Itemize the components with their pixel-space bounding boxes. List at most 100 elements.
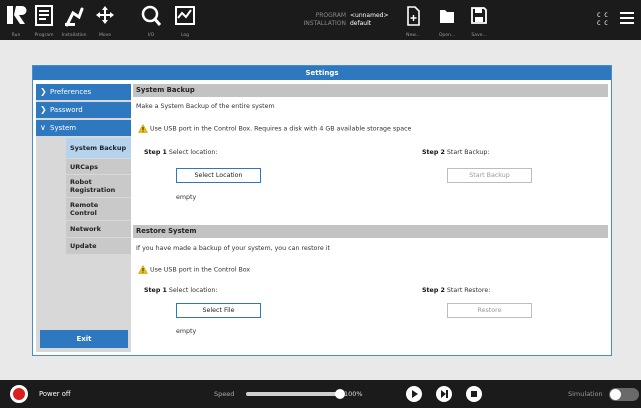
sidebar-item-label: Remote Control — [70, 201, 99, 217]
power-icon[interactable] — [10, 385, 28, 403]
backup-warning-text: Use USB port in the Control Box. Require… — [150, 125, 412, 133]
stop-button[interactable] — [466, 386, 482, 402]
nav-installation-label: Installation — [61, 33, 87, 38]
warning-icon — [138, 124, 148, 133]
simulation-toggle[interactable] — [609, 388, 639, 401]
save-label: Save... — [471, 33, 487, 38]
nav-program[interactable]: Program — [30, 0, 58, 40]
control-indicator: C C C C — [597, 12, 608, 28]
step-button[interactable] — [436, 386, 452, 402]
backup-location-status: empty — [176, 194, 197, 201]
header-bar: Run Program Installation Move I/O Log PR… — [0, 0, 641, 40]
sidebar-item-password[interactable]: ❯ Password — [36, 102, 131, 118]
save-icon — [471, 7, 487, 24]
restore-step1-label: Step 1 — [144, 287, 167, 294]
io-icon — [141, 5, 162, 26]
hamburger-menu-icon[interactable] — [620, 12, 634, 26]
select-location-button[interactable]: Select Location — [176, 168, 261, 183]
exit-button[interactable]: Exit — [40, 330, 128, 348]
nav-installation[interactable]: Installation — [58, 0, 90, 40]
nav-io[interactable]: I/O — [136, 0, 166, 40]
installation-icon — [65, 7, 84, 27]
sidebar-item-label: Password — [50, 106, 83, 114]
settings-dialog: Settings ❯ Preferences ❯ Password ∨ Syst… — [32, 65, 612, 356]
sidebar-item-system[interactable]: ∨ System — [36, 120, 131, 136]
restore-step2: Step 2 Start Restore: — [422, 287, 490, 294]
log-icon — [175, 6, 195, 25]
backup-step1-text: Select location: — [168, 149, 218, 156]
restore-step2-text: Start Restore: — [446, 287, 491, 294]
stop-icon — [471, 391, 477, 397]
speed-slider-track[interactable] — [246, 392, 339, 396]
restore-button[interactable]: Restore — [447, 303, 532, 318]
chevron-right-icon: ❯ — [40, 87, 47, 96]
program-info: PROGRAM <unnamed> INSTALLATION default — [290, 12, 410, 28]
settings-content: System Backup Make a System Backup of th… — [133, 84, 608, 352]
sidebar-item-label: System Backup — [70, 144, 127, 152]
new-label: New... — [406, 33, 420, 38]
warning-icon — [138, 265, 148, 274]
sidebar-item-system-backup[interactable]: System Backup — [66, 138, 131, 158]
restore-step1-text: Select location: — [168, 287, 218, 294]
control-indicator-line-2: C C — [597, 20, 608, 27]
move-icon — [96, 6, 114, 24]
sidebar-item-preferences[interactable]: ❯ Preferences — [36, 84, 131, 100]
play-icon — [412, 390, 418, 398]
restore-warning-text: Use USB port in the Control Box — [150, 266, 251, 274]
backup-section-heading: System Backup — [133, 84, 608, 97]
sidebar-item-label: System — [50, 124, 77, 132]
speed-value: 100% — [344, 390, 363, 398]
program-name: <unnamed> — [350, 12, 389, 19]
installation-name: default — [350, 20, 372, 27]
nav-run-label: Run — [11, 33, 21, 38]
open-folder-icon — [440, 10, 454, 23]
backup-description: Make a System Backup of the entire syste… — [136, 103, 275, 110]
simulation-label: Simulation — [568, 390, 603, 398]
speed-label: Speed — [214, 390, 235, 398]
select-file-button[interactable]: Select File — [176, 303, 261, 318]
backup-step2: Step 2 Start Backup: — [422, 149, 490, 156]
sidebar-item-label: Robot Registration — [70, 178, 116, 194]
nav-run[interactable]: Run — [2, 0, 30, 40]
new-button[interactable]: New... — [400, 0, 426, 40]
installation-key: INSTALLATION — [303, 20, 346, 27]
backup-step1-label: Step 1 — [144, 149, 167, 156]
sidebar-item-label: URCaps — [70, 162, 98, 171]
sidebar-item-network[interactable]: Network — [66, 221, 131, 237]
new-file-icon — [407, 6, 420, 26]
save-button[interactable]: Save... — [466, 0, 492, 40]
ur-logo-icon — [7, 6, 27, 24]
sidebar-item-label: Update — [70, 242, 97, 250]
step-icon — [441, 390, 448, 398]
nav-log[interactable]: Log — [170, 0, 200, 40]
open-label: Open... — [438, 33, 456, 38]
play-button[interactable] — [406, 386, 422, 402]
sidebar-item-remote-control[interactable]: Remote Control — [66, 198, 131, 220]
restore-step2-label: Step 2 — [422, 287, 445, 294]
nav-program-label: Program — [34, 33, 54, 38]
backup-warning: Use USB port in the Control Box. Require… — [138, 124, 411, 133]
sidebar-item-urcaps[interactable]: URCaps — [66, 159, 131, 174]
open-button[interactable]: Open... — [434, 0, 460, 40]
restore-file-status: empty — [176, 328, 197, 335]
sidebar-item-update[interactable]: Update — [66, 238, 131, 254]
chevron-right-icon: ❯ — [40, 105, 47, 114]
start-backup-button[interactable]: Start Backup — [447, 168, 532, 183]
restore-section-heading: Restore System — [133, 225, 608, 238]
power-status-label[interactable]: Power off — [39, 390, 71, 398]
backup-step1: Step 1 Select location: — [144, 149, 217, 156]
program-key: PROGRAM — [315, 12, 346, 19]
restore-warning: Use USB port in the Control Box — [138, 265, 250, 274]
footer-bar: Power off Speed 100% Simulation — [0, 380, 641, 408]
restore-description: If you have made a backup of your system… — [136, 245, 330, 252]
nav-move[interactable]: Move — [90, 0, 120, 40]
nav-move-label: Move — [98, 33, 112, 38]
nav-log-label: Log — [180, 33, 190, 38]
backup-step2-label: Step 2 — [422, 149, 445, 156]
nav-io-label: I/O — [147, 33, 155, 38]
backup-step2-text: Start Backup: — [446, 149, 490, 156]
settings-title: Settings — [33, 66, 611, 80]
chevron-down-icon: ∨ — [40, 123, 46, 132]
sidebar-item-robot-registration[interactable]: Robot Registration — [66, 175, 131, 197]
program-icon — [35, 5, 53, 26]
